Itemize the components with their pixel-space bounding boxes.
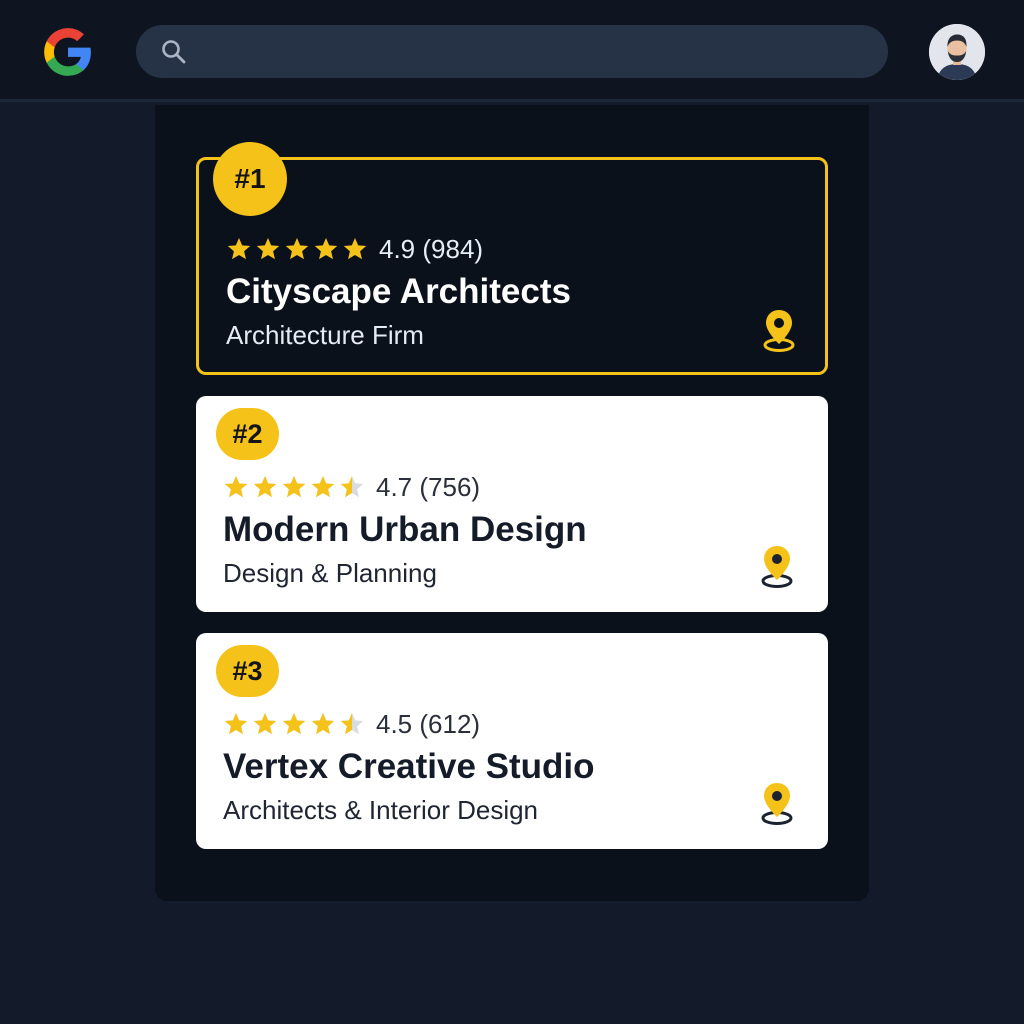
- star-rating: [223, 711, 368, 737]
- star-half-icon: [340, 475, 364, 498]
- avatar[interactable]: [929, 24, 985, 80]
- location-pin-icon[interactable]: [760, 781, 794, 825]
- star-half-icon: [340, 712, 364, 735]
- rating-text: 4.7 (756): [376, 471, 481, 502]
- result-card[interactable]: #2 4.7 (756) Modern Urban Design Design …: [196, 396, 828, 612]
- rating-row: 4.5 (612): [223, 708, 480, 740]
- star-full-icon: [311, 712, 335, 735]
- search-bar[interactable]: [136, 25, 888, 78]
- star-full-icon: [282, 712, 306, 735]
- star-full-icon: [253, 475, 277, 498]
- rank-badge: #2: [216, 408, 279, 460]
- business-category: Architecture Firm: [226, 320, 424, 350]
- location-pin-icon[interactable]: [762, 308, 796, 352]
- rank-badge: #3: [216, 645, 279, 697]
- star-rating: [226, 236, 371, 262]
- star-full-icon: [282, 475, 306, 498]
- result-card[interactable]: #1 4.9 (984) Cityscape Architects Archit…: [196, 142, 828, 375]
- star-full-icon: [311, 475, 335, 498]
- business-category: Architects & Interior Design: [223, 795, 539, 825]
- star-full-icon: [253, 712, 277, 735]
- user-avatar-icon: [929, 24, 985, 80]
- star-full-icon: [256, 237, 280, 260]
- star-full-icon: [285, 237, 309, 260]
- rating-row: 4.7 (756): [223, 471, 480, 503]
- business-name[interactable]: Modern Urban Design: [223, 510, 587, 550]
- location-pin-icon[interactable]: [760, 544, 794, 588]
- rating-row: 4.9 (984): [226, 233, 483, 265]
- star-full-icon: [343, 237, 367, 260]
- star-full-icon: [227, 237, 251, 260]
- rating-text: 4.5 (612): [376, 708, 481, 739]
- rank-badge: #1: [213, 142, 287, 216]
- star-full-icon: [224, 712, 248, 735]
- business-category: Design & Planning: [223, 558, 437, 588]
- star-full-icon: [314, 237, 338, 260]
- search-icon[interactable]: [160, 38, 188, 66]
- star-full-icon: [224, 475, 248, 498]
- star-rating: [223, 474, 368, 500]
- business-name[interactable]: Vertex Creative Studio: [223, 747, 595, 787]
- search-input[interactable]: [200, 25, 870, 78]
- result-card[interactable]: #3 4.5 (612) Vertex Creative Studio Arch…: [196, 633, 828, 849]
- top-bar: [0, 0, 1024, 102]
- google-logo-icon[interactable]: [42, 26, 94, 78]
- rating-text: 4.9 (984): [379, 233, 484, 264]
- business-name[interactable]: Cityscape Architects: [226, 272, 571, 312]
